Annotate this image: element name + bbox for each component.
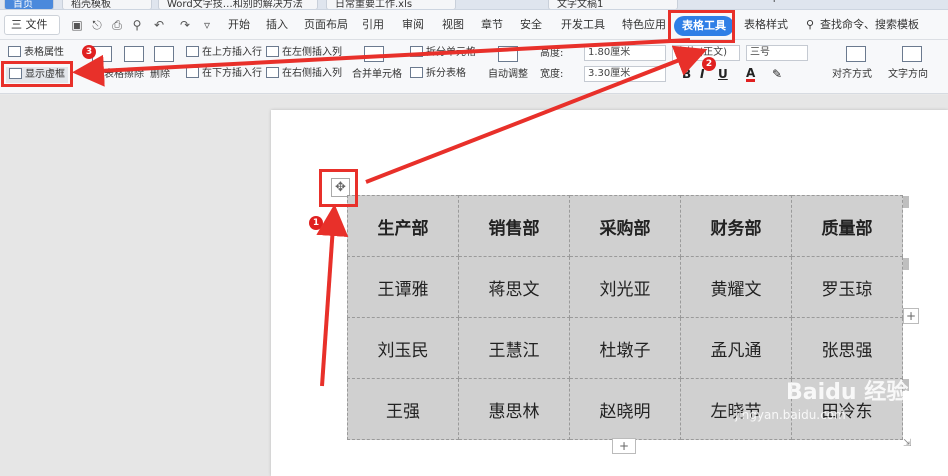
watermark: Baidu 经验 [786,380,909,405]
arrow-up-to-move-handle [316,204,349,387]
watermark-url: jingyan.baidu.com [735,408,846,422]
arrow-to-table-tools [365,45,708,184]
arrow-to-show-gridlines [72,38,691,87]
